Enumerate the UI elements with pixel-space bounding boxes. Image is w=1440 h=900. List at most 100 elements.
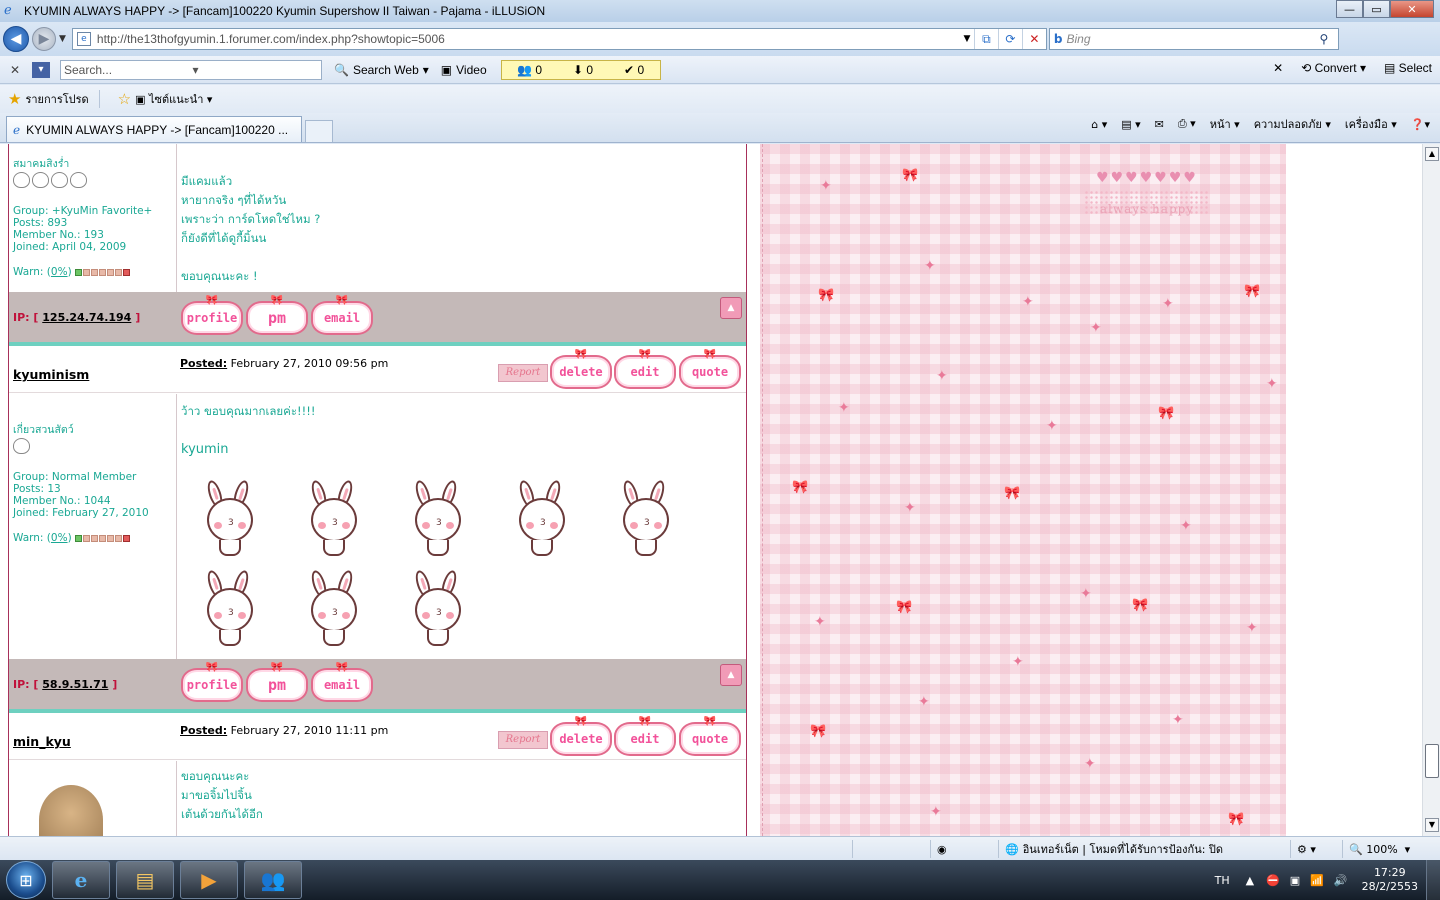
tray-expand-icon[interactable]: ▲ xyxy=(1246,874,1254,887)
volume-icon[interactable]: 🔊 xyxy=(1334,874,1348,887)
toolbar-search-placeholder[interactable]: Search... xyxy=(64,63,193,77)
back-to-top-icon[interactable]: ▲ xyxy=(720,664,742,686)
settings-icon[interactable]: ⚙ ▾ xyxy=(1297,843,1316,856)
username-link[interactable]: min_kyu xyxy=(13,734,71,749)
notification-counters[interactable]: 👥 0 ⬇ 0 ✔ 0 xyxy=(500,59,661,80)
close-icon[interactable]: ✕ xyxy=(1273,61,1283,75)
security-zone[interactable]: 🌐 อินเทอร์เน็ต | โหมดที่ได้รับการป้องกัน:… xyxy=(998,840,1290,858)
chevron-down-icon[interactable]: ▾ xyxy=(423,63,429,77)
chevron-down-icon[interactable]: ▾ xyxy=(193,63,322,77)
show-desktop-button[interactable] xyxy=(1426,860,1440,900)
edit-button[interactable]: 🎀 edit xyxy=(614,349,676,389)
post-line: หายากจริง ๆที่ได้หวัน xyxy=(181,193,287,207)
toolbar-close-icon[interactable]: ✕ xyxy=(4,63,26,77)
downloads-counter[interactable]: ⬇ 0 xyxy=(573,63,593,77)
zoom-control[interactable]: 🔍 100% ▾ xyxy=(1342,840,1434,858)
search-icon[interactable]: ⚲ xyxy=(1310,32,1338,46)
bow-icon: 🎀 xyxy=(1244,284,1261,299)
taskbar-media-player-icon[interactable]: ▶ xyxy=(180,861,238,899)
pm-button[interactable]: 🎀 pm xyxy=(246,295,308,335)
post-line: ขอบคุณนะคะ xyxy=(181,769,250,783)
scroll-up-icon[interactable]: ▲ xyxy=(1425,147,1439,161)
safety-menu[interactable]: ความปลอดภัย ▾ xyxy=(1254,115,1331,133)
video-button[interactable]: ▣ Video xyxy=(441,63,487,77)
warn-value[interactable]: 0% xyxy=(51,266,68,278)
maximize-button[interactable]: ▭ xyxy=(1363,0,1390,18)
back-button[interactable]: ◀ xyxy=(3,26,29,52)
warn-level-pip xyxy=(75,268,83,276)
start-button[interactable]: ⊞ xyxy=(6,861,46,899)
zoom-icon: 🔍 xyxy=(1349,842,1363,856)
history-dropdown-icon[interactable]: ▼ xyxy=(59,34,66,44)
taskbar-messenger-icon[interactable]: 👥 xyxy=(244,861,302,899)
add-favorite-icon[interactable]: ☆ xyxy=(118,90,131,108)
friends-count: 0 xyxy=(535,62,543,77)
taskbar-explorer-icon[interactable]: ▤ xyxy=(116,861,174,899)
friends-counter[interactable]: 👥 0 xyxy=(517,63,542,77)
page-menu[interactable]: หน้า ▾ xyxy=(1210,115,1240,133)
toolbar-search-input[interactable]: Search... ▾ xyxy=(60,59,322,80)
signal-icon[interactable]: 📶 xyxy=(1310,874,1324,887)
home-icon[interactable]: ⌂ ▾ xyxy=(1091,118,1107,131)
ip-close: ] xyxy=(135,311,141,324)
profile-button[interactable]: 🎀 profile xyxy=(181,662,243,702)
back-to-top-icon[interactable]: ▲ xyxy=(720,297,742,319)
user-rank-title: สมาคมสิงร่ำ xyxy=(13,158,70,170)
email-button[interactable]: 🎀 email xyxy=(311,295,373,335)
ip-link[interactable]: 58.9.51.71 xyxy=(42,678,108,691)
delete-button[interactable]: 🎀 delete xyxy=(550,349,612,389)
refresh-icon[interactable]: ⟳ xyxy=(997,29,1022,49)
quote-button[interactable]: 🎀 quote xyxy=(679,716,741,756)
address-bar[interactable]: e http://the13thofgyumin.1.forumer.com/i… xyxy=(71,28,1047,50)
url-text[interactable]: http://the13thofgyumin.1.forumer.com/ind… xyxy=(97,32,960,46)
rss-icon[interactable]: ▤ ▾ xyxy=(1121,118,1140,131)
stop-icon[interactable]: ✕ xyxy=(1021,29,1046,49)
convert-button[interactable]: ⟲ Convert ▾ xyxy=(1301,61,1366,75)
new-tab-button[interactable] xyxy=(305,120,333,142)
scroll-down-icon[interactable]: ▼ xyxy=(1425,818,1439,832)
warn-plus-icon[interactable] xyxy=(123,534,131,542)
network-warning-icon[interactable]: ⛔ xyxy=(1266,874,1280,887)
device-icon[interactable]: ▣ xyxy=(1290,874,1300,887)
scroll-thumb[interactable] xyxy=(1425,744,1439,778)
toolbar-logo-icon[interactable]: ▾ xyxy=(32,61,50,78)
favorites-star-icon[interactable]: ★ xyxy=(8,90,21,108)
compatibility-view-icon[interactable]: ⧉ xyxy=(973,29,998,49)
minimize-button[interactable]: — xyxy=(1336,0,1363,18)
mail-icon[interactable]: ✉ xyxy=(1155,118,1164,131)
taskbar-ie-icon[interactable]: e xyxy=(52,861,110,899)
profile-button[interactable]: 🎀 profile xyxy=(181,295,243,335)
tab-active[interactable]: ℯ KYUMIN ALWAYS HAPPY -> [Fancam]100220 … xyxy=(6,116,302,142)
print-icon[interactable]: ⎙ ▾ xyxy=(1178,117,1196,131)
warn-plus-icon[interactable] xyxy=(123,268,131,276)
vertical-scrollbar[interactable]: ▲ ▼ xyxy=(1422,144,1440,836)
forward-button[interactable]: ▶ xyxy=(32,27,56,51)
bow-icon: 🎀 xyxy=(638,716,652,727)
email-button[interactable]: 🎀 email xyxy=(311,662,373,702)
address-dropdown-icon[interactable]: ▼ xyxy=(960,34,974,44)
privacy-icon[interactable]: ◉ xyxy=(937,843,947,856)
profile-label: profile xyxy=(186,678,238,692)
search-web-button[interactable]: 🔍 Search Web ▾ xyxy=(334,63,429,77)
report-button[interactable]: Report xyxy=(498,364,548,382)
favorites-button[interactable]: รายการโปรด xyxy=(25,90,88,108)
ip-link[interactable]: 125.24.74.194 xyxy=(42,311,131,324)
bing-search-placeholder[interactable]: Bing xyxy=(1067,32,1310,46)
edit-button[interactable]: 🎀 edit xyxy=(614,716,676,756)
user-posts: Posts: 13 xyxy=(13,483,61,495)
warn-value[interactable]: 0% xyxy=(51,532,68,544)
bing-search-box[interactable]: b Bing ⚲ xyxy=(1048,28,1339,50)
suggested-sites-button[interactable]: ▣ ไซต์แนะนำ ▾ xyxy=(135,90,212,108)
quote-button[interactable]: 🎀 quote xyxy=(679,349,741,389)
report-button[interactable]: Report xyxy=(498,731,548,749)
username-link[interactable]: kyuminism xyxy=(13,367,89,382)
delete-button[interactable]: 🎀 delete xyxy=(550,716,612,756)
tools-menu[interactable]: เครื่องมือ ▾ xyxy=(1345,115,1397,133)
pm-button[interactable]: 🎀 pm xyxy=(246,662,308,702)
clock[interactable]: 17:29 28/2/2553 xyxy=(1362,866,1418,894)
select-button[interactable]: ▤ Select xyxy=(1384,61,1432,75)
language-indicator[interactable]: TH xyxy=(1215,874,1230,887)
checks-counter[interactable]: ✔ 0 xyxy=(624,63,644,77)
help-icon[interactable]: ❓▾ xyxy=(1411,118,1430,131)
close-button[interactable]: ✕ xyxy=(1390,0,1434,18)
